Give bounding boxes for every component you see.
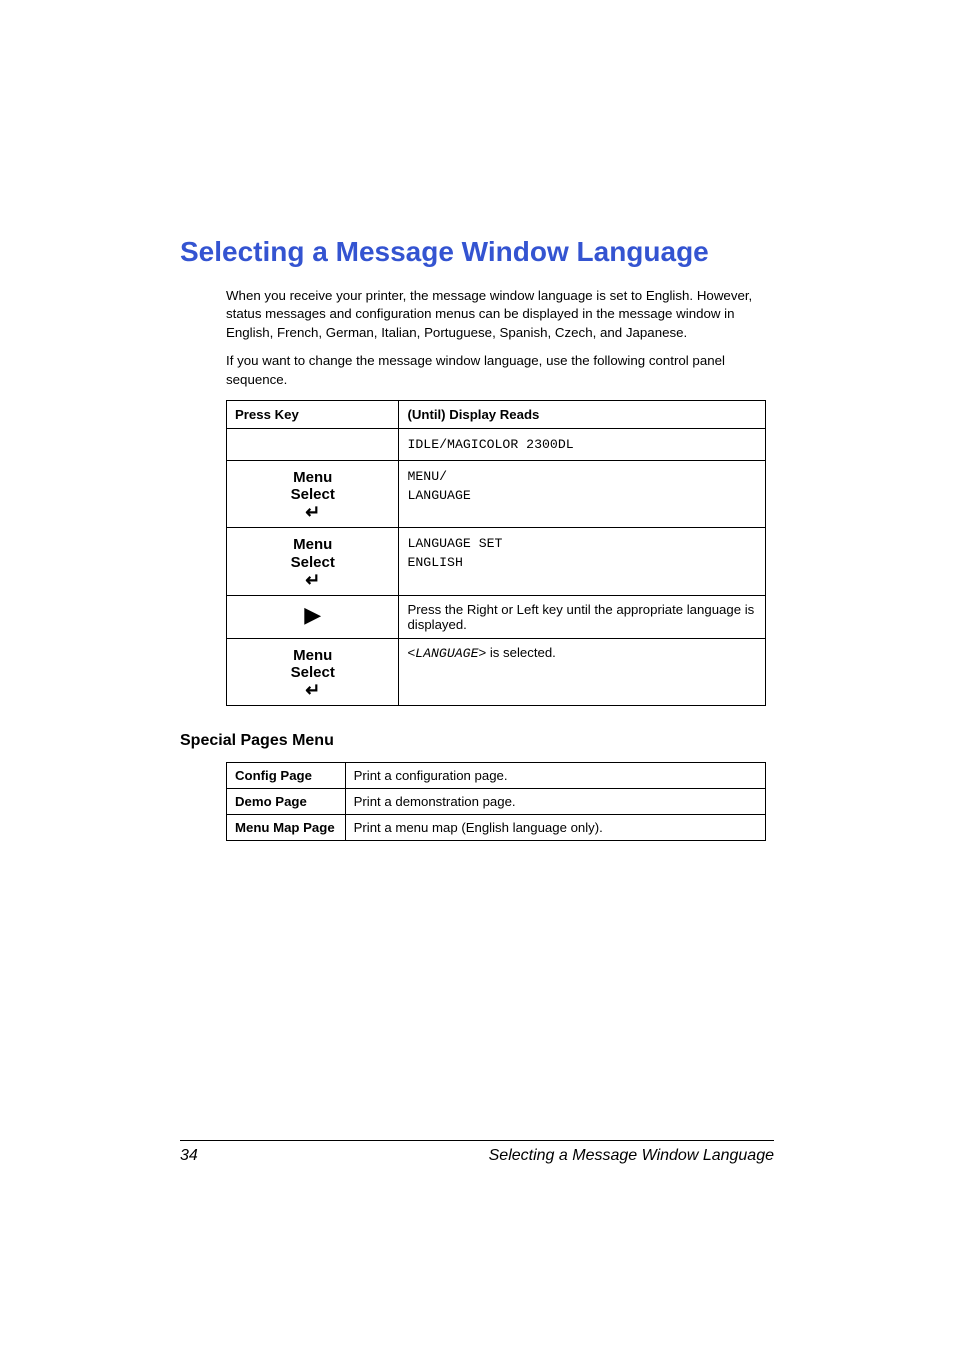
- document-page: Selecting a Message Window Language When…: [0, 0, 954, 1351]
- col-header-display-reads: (Until) Display Reads: [399, 400, 766, 428]
- display-line: LANGUAGE: [407, 486, 757, 505]
- lang-variable: LANGUAGE: [415, 646, 478, 661]
- return-icon: ↵: [235, 503, 390, 521]
- press-key-cell: Menu Select ↵: [227, 460, 399, 528]
- right-arrow-icon: ▶: [235, 602, 390, 628]
- press-key-cell: Menu Select ↵: [227, 528, 399, 596]
- special-row-desc: Print a configuration page.: [345, 763, 765, 789]
- display-reads-cell: Press the Right or Left key until the ap…: [399, 595, 766, 638]
- display-reads-cell: <LANGUAGE> is selected.: [399, 638, 766, 706]
- special-row-name: Demo Page: [227, 789, 346, 815]
- select-label: Select: [291, 554, 335, 571]
- page-title: Selecting a Message Window Language: [180, 235, 774, 269]
- press-key-cell: Menu Select ↵: [227, 638, 399, 706]
- press-key-cell: [227, 428, 399, 460]
- body-content: When you receive your printer, the messa…: [180, 287, 774, 842]
- display-line: MENU/: [407, 467, 757, 486]
- display-line: LANGUAGE SET: [407, 534, 757, 553]
- sequence-table: Press Key (Until) Display Reads IDLE/MAG…: [226, 400, 766, 707]
- display-reads-cell: MENU/ LANGUAGE: [399, 460, 766, 528]
- display-line: IDLE/MAGICOLOR 2300DL: [407, 435, 757, 454]
- select-label: Select: [291, 486, 335, 503]
- display-reads-cell: LANGUAGE SET ENGLISH: [399, 528, 766, 596]
- menu-select-button-icon: Menu Select ↵: [235, 534, 390, 589]
- menu-label: Menu: [293, 469, 332, 486]
- page-number: 34: [180, 1147, 198, 1165]
- press-key-cell: ▶: [227, 595, 399, 638]
- return-icon: ↵: [235, 681, 390, 699]
- display-reads-cell: IDLE/MAGICOLOR 2300DL: [399, 428, 766, 460]
- display-line: ENGLISH: [407, 553, 757, 572]
- select-label: Select: [291, 664, 335, 681]
- special-pages-heading: Special Pages Menu: [180, 732, 766, 750]
- menu-select-button-icon: Menu Select ↵: [235, 467, 390, 522]
- return-icon: ↵: [235, 571, 390, 589]
- intro-paragraph-1: When you receive your printer, the messa…: [226, 287, 766, 343]
- special-row-desc: Print a menu map (English language only)…: [345, 815, 765, 841]
- page-footer: 34 Selecting a Message Window Language: [180, 1140, 774, 1165]
- col-header-press-key: Press Key: [227, 400, 399, 428]
- menu-label: Menu: [293, 647, 332, 664]
- special-row-name: Menu Map Page: [227, 815, 346, 841]
- special-row-name: Config Page: [227, 763, 346, 789]
- lang-suffix: > is selected.: [478, 645, 555, 660]
- intro-paragraph-2: If you want to change the message window…: [226, 352, 766, 389]
- special-pages-table: Config Page Print a configuration page. …: [226, 762, 766, 841]
- menu-label: Menu: [293, 536, 332, 553]
- menu-select-button-icon: Menu Select ↵: [235, 645, 390, 700]
- special-row-desc: Print a demonstration page.: [345, 789, 765, 815]
- footer-title: Selecting a Message Window Language: [489, 1147, 774, 1165]
